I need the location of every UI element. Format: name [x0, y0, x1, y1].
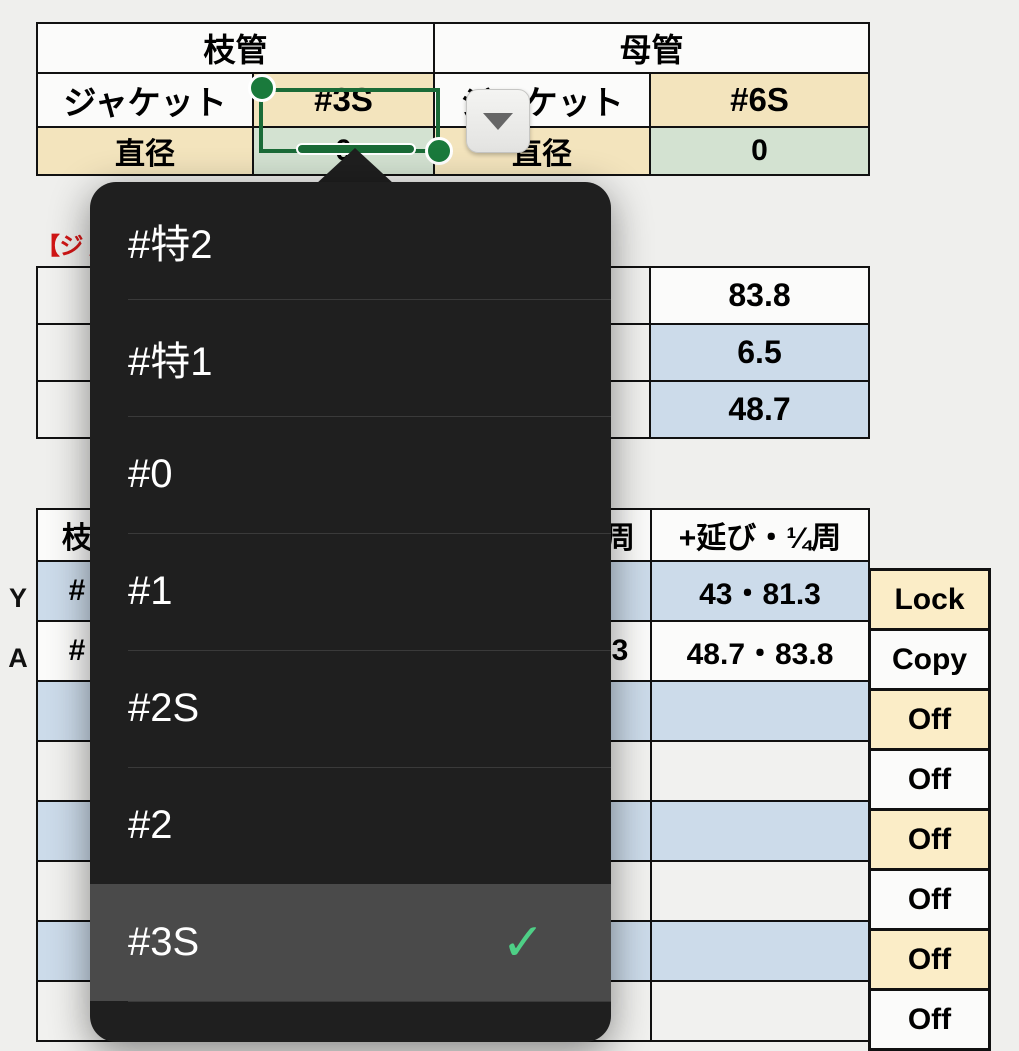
menu-item-2[interactable]: #2 [90, 767, 611, 884]
menu-item-label: #特2 [128, 222, 213, 267]
table-row: Copy [868, 628, 991, 691]
menu-item-3s[interactable]: #3S ✓ [90, 884, 611, 1001]
row3-extension[interactable] [650, 680, 870, 742]
chevron-down-glyph [483, 112, 513, 130]
off-button-2[interactable]: Off [868, 748, 991, 811]
row2-extension[interactable]: 48.7・83.8 [650, 620, 870, 682]
table-row: Off [868, 928, 991, 991]
row7-extension[interactable] [650, 920, 870, 982]
off-button-1[interactable]: Off [868, 688, 991, 751]
table-row-diameter: 直径 0 直径 0 [36, 126, 871, 176]
menu-item-toku2[interactable]: #特2 [90, 182, 611, 299]
table-row: Off [868, 688, 991, 751]
row6-extension[interactable] [650, 860, 870, 922]
table-row: Off [868, 868, 991, 931]
table-row-group-header: 枝管 母管 [35, 22, 871, 74]
table-row: Off [868, 988, 991, 1051]
check-icon: ✓ [501, 913, 545, 972]
menu-item-label: #特1 [128, 339, 213, 384]
cell-diameter-value-right[interactable]: 0 [649, 126, 871, 176]
gutter-label-a: A [8, 643, 28, 673]
spreadsheet-canvas: 枝管 母管 ジャケット #3S ジャケット #6S 直径 0 直径 0 【ジ 周… [0, 0, 1019, 1051]
menu-item-label: #2 [128, 803, 173, 847]
selection-handle-bottom-right[interactable] [425, 137, 453, 165]
cell-jacket-label-left[interactable]: ジャケット [36, 72, 254, 128]
row5-extension[interactable] [650, 800, 870, 862]
cell-jacket-value-right[interactable]: #6S [649, 72, 871, 128]
group-header-branch: 枝管 [35, 22, 436, 74]
chevron-down-icon[interactable] [466, 89, 530, 153]
menu-item-next[interactable] [90, 1001, 611, 1042]
menu-item-label: #2S [128, 686, 200, 730]
menu-item-label: #3S [128, 920, 200, 964]
row8-extension[interactable] [650, 980, 870, 1042]
table-row: Off [868, 808, 991, 871]
header-extension-quarter: +延び・¼周 [650, 508, 870, 562]
copy-button[interactable]: Copy [868, 628, 991, 691]
table-row: Off [868, 748, 991, 811]
menu-item-label: #1 [128, 569, 173, 613]
gutter-label-y: Y [8, 583, 27, 613]
off-button-3[interactable]: Off [868, 808, 991, 871]
row1-extension[interactable]: 43・81.3 [650, 560, 870, 622]
dropdown-popup-menu: #特2 #特1 #0 #1 #2S #2 #3S ✓ [90, 182, 611, 1042]
menu-item-1[interactable]: #1 [90, 533, 611, 650]
menu-item-0[interactable]: #0 [90, 416, 611, 533]
off-button-4[interactable]: Off [868, 868, 991, 931]
menu-item-label: #0 [128, 452, 173, 496]
group-header-main: 母管 [433, 22, 871, 74]
menu-item-2s[interactable]: #2S [90, 650, 611, 767]
cell-jacket-value-left[interactable]: #3S [251, 72, 436, 128]
value-row-3-value[interactable]: 48.7 [649, 380, 870, 439]
cell-diameter-label-left[interactable]: 直径 [36, 126, 254, 176]
table-row-jacket: ジャケット #3S ジャケット #6S [36, 72, 871, 128]
value-row-2-value[interactable]: 6.5 [649, 323, 870, 382]
selection-handle-top-left[interactable] [248, 74, 276, 102]
off-button-5[interactable]: Off [868, 928, 991, 991]
value-row-1-value[interactable]: 83.8 [649, 266, 870, 325]
action-button-column: Lock Copy Off Off Off Off Off Off [868, 568, 991, 1051]
table-row: Lock [868, 568, 991, 631]
row4-extension[interactable] [650, 740, 870, 802]
off-button-6[interactable]: Off [868, 988, 991, 1051]
menu-item-toku1[interactable]: #特1 [90, 299, 611, 416]
top-parameter-table: 枝管 母管 ジャケット #3S ジャケット #6S 直径 0 直径 0 [35, 22, 871, 176]
lock-button[interactable]: Lock [868, 568, 991, 631]
